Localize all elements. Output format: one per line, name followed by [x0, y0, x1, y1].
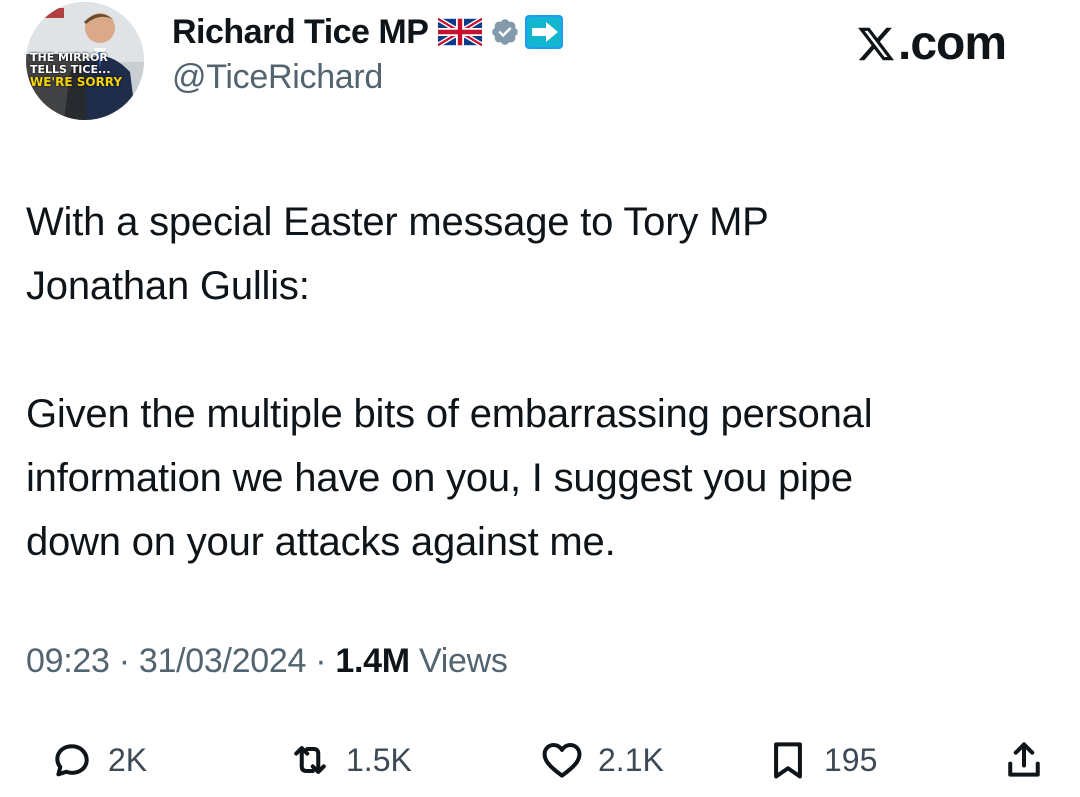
tweet-card: THE MIRROR TELLS TICE... WE'RE SORRY Ric…: [0, 0, 1080, 797]
action-bar: 2K 1.5K 2.1K 195: [0, 730, 1080, 790]
share-button[interactable]: [1002, 730, 1046, 790]
meta-separator: ·: [306, 642, 336, 680]
tweet-paragraph: Given the multiple bits of embarrassing …: [26, 392, 873, 564]
verified-badge-icon[interactable]: [490, 17, 520, 47]
meta-separator: ·: [109, 642, 139, 680]
bookmark-icon: [774, 742, 802, 779]
bookmark-count: 195: [824, 741, 878, 778]
reform-uk-affiliate-icon[interactable]: [524, 14, 564, 50]
like-count: 2.1K: [598, 741, 664, 778]
views-count[interactable]: 1.4M: [335, 642, 410, 680]
reply-count: 2K: [108, 741, 148, 778]
tweet-meta: 09:23 · 31/03/2024 · 1.4M Views: [26, 642, 508, 681]
author-handle[interactable]: @TiceRichard: [172, 58, 383, 97]
tweet-text: With a special Easter message to Tory MP…: [26, 190, 1056, 574]
share-icon: [1008, 742, 1040, 777]
reply-button[interactable]: 2K: [50, 730, 147, 790]
display-name[interactable]: Richard Tice MP: [172, 13, 429, 52]
views-label: Views: [409, 642, 508, 680]
uk-flag-icon: [437, 16, 484, 48]
repost-icon: [294, 746, 326, 774]
tweet-time[interactable]: 09:23: [26, 642, 110, 680]
tweet-date[interactable]: 31/03/2024: [139, 642, 306, 680]
reply-icon: [55, 744, 89, 777]
tweet-paragraph: With a special Easter message to Tory MP…: [26, 200, 769, 308]
like-button[interactable]: 2.1K: [540, 730, 664, 790]
repost-count: 1.5K: [346, 741, 412, 778]
author-name-row: Richard Tice MP: [172, 10, 564, 54]
repost-button[interactable]: 1.5K: [288, 730, 412, 790]
avatar-caption-line: WE'RE SORRY: [30, 75, 123, 89]
avatar[interactable]: THE MIRROR TELLS TICE... WE'RE SORRY: [26, 2, 144, 120]
avatar-caption: THE MIRROR TELLS TICE... WE'RE SORRY: [26, 52, 144, 89]
bookmark-button[interactable]: 195: [766, 730, 877, 790]
heart-icon: [542, 742, 582, 778]
x-com-domain: .com: [898, 17, 1007, 70]
x-com-wordmark: .com: [856, 16, 1007, 71]
x-logo-icon: [858, 27, 895, 60]
